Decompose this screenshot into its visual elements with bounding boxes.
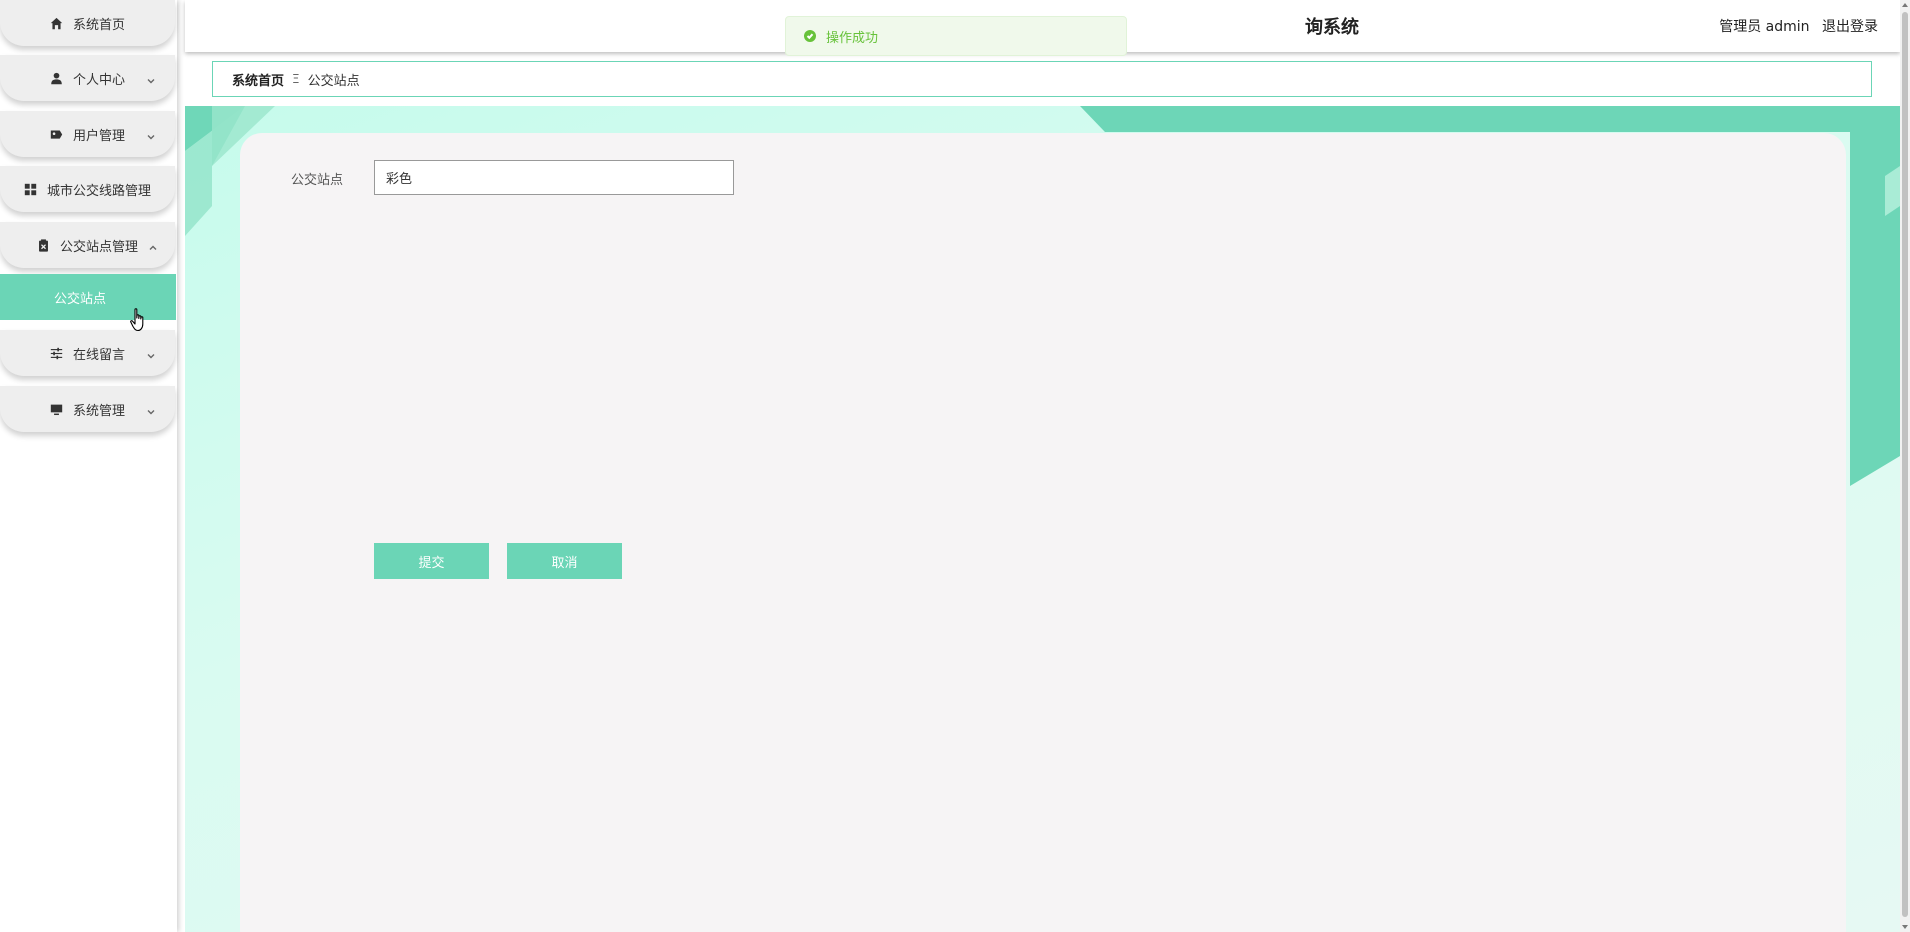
chevron-up-icon <box>149 241 157 250</box>
monitor-icon <box>50 402 64 416</box>
logout-link[interactable]: 退出登录 <box>1822 19 1878 35</box>
sidebar-item-label: 城市公交线路管理 <box>46 183 151 199</box>
page-scrollbar[interactable] <box>1900 0 1910 932</box>
hand-cursor-icon <box>130 308 148 332</box>
bus-stop-input[interactable] <box>374 160 734 195</box>
sidebar-item-label: 系统管理 <box>72 403 125 419</box>
clipboard-icon <box>37 238 51 252</box>
sidebar-item-online-messages[interactable]: 在线留言 <box>0 330 175 376</box>
admin-user-label: 管理员 admin <box>1719 19 1810 35</box>
scroll-up-arrow-icon[interactable] <box>1902 3 1908 7</box>
sidebar-subitem-label: 公交站点 <box>53 291 106 307</box>
sidebar: 系统首页 个人中心 用户管理 城市公交线路管理 公交站点管理 公交站点 在线留言… <box>0 0 177 932</box>
chevron-down-icon <box>147 74 155 84</box>
sidebar-item-bus-stop-management[interactable]: 公交站点管理 <box>0 222 175 268</box>
app-title: 询系统 <box>1305 17 1359 38</box>
sidebar-item-home[interactable]: 系统首页 <box>0 0 175 46</box>
sidebar-subitem-bus-stop[interactable]: 公交站点 <box>0 274 176 320</box>
sidebar-item-personal-center[interactable]: 个人中心 <box>0 55 175 101</box>
cancel-button[interactable]: 取消 <box>507 543 622 579</box>
bus-stop-field-label: 公交站点 <box>291 173 344 188</box>
toast-message: 操作成功 <box>826 30 879 46</box>
scrollbar-thumb[interactable] <box>1902 12 1908 917</box>
check-circle-icon <box>804 30 816 42</box>
user-icon <box>50 71 64 85</box>
breadcrumb-separator: Ξ <box>292 72 300 86</box>
sliders-icon <box>50 346 64 360</box>
breadcrumb: 系统首页 Ξ 公交站点 <box>212 61 1872 97</box>
chevron-down-icon <box>147 130 155 140</box>
breadcrumb-home-link[interactable]: 系统首页 <box>232 70 284 89</box>
sidebar-item-bus-route-management[interactable]: 城市公交线路管理 <box>0 166 175 212</box>
id-card-icon <box>50 127 64 141</box>
grid-icon <box>24 182 38 196</box>
sidebar-item-user-management[interactable]: 用户管理 <box>0 111 175 157</box>
sidebar-item-label: 用户管理 <box>72 128 125 144</box>
scroll-down-arrow-icon[interactable] <box>1902 925 1908 929</box>
sidebar-item-label: 系统首页 <box>72 17 125 33</box>
chevron-down-icon <box>147 349 155 359</box>
sidebar-item-system-management[interactable]: 系统管理 <box>0 386 175 432</box>
header-user-area: 管理员 admin 退出登录 <box>1711 16 1878 36</box>
sidebar-item-label: 公交站点管理 <box>59 239 138 255</box>
form-panel <box>240 133 1846 932</box>
sidebar-item-label: 个人中心 <box>72 72 125 88</box>
success-toast: 操作成功 <box>785 16 1127 56</box>
sidebar-item-label: 在线留言 <box>72 347 125 363</box>
chevron-down-icon <box>147 405 155 415</box>
breadcrumb-current: 公交站点 <box>307 73 360 89</box>
home-icon <box>50 16 64 30</box>
submit-button[interactable]: 提交 <box>374 543 489 579</box>
